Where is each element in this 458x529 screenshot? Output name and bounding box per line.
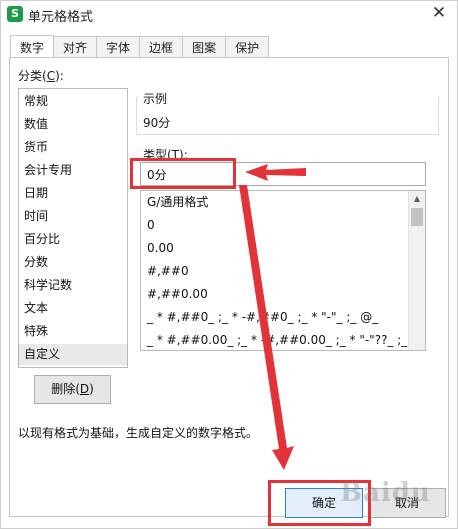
format-code-item[interactable]: 0.00	[147, 240, 174, 256]
cancel-button[interactable]: 取消	[368, 488, 446, 518]
tab-number[interactable]: 数字	[10, 35, 55, 59]
ok-button[interactable]: 确定	[285, 488, 363, 518]
tab-alignment[interactable]: 对齐	[54, 36, 98, 59]
category-item-custom[interactable]: 自定义	[19, 344, 127, 365]
category-item-special[interactable]: 特殊	[19, 321, 127, 342]
type-input[interactable]	[140, 162, 426, 186]
delete-button[interactable]: 删除(D)	[34, 375, 111, 404]
sample-label: 示例	[143, 90, 172, 107]
format-code-item[interactable]: #,##0	[147, 263, 189, 279]
category-item-scientific[interactable]: 科学记数	[19, 275, 127, 296]
description-text: 以现有格式为基础，生成自定义的数字格式。	[18, 426, 259, 440]
scroll-thumb[interactable]	[411, 208, 423, 226]
format-code-item[interactable]: G/通用格式	[147, 194, 208, 210]
tab-pattern[interactable]: 图案	[183, 36, 227, 59]
wps-spreadsheet-icon: S	[7, 6, 23, 22]
dialog-title: 单元格格式	[28, 10, 94, 25]
sample-group	[136, 97, 439, 135]
format-code-item[interactable]: _ * #,##0.00_ ;_ * -#,##0.00_ ;_ * "-"??…	[147, 332, 425, 348]
format-code-list[interactable]: G/通用格式 0 0.00 #,##0 #,##0.00 _ * #,##0_ …	[140, 190, 426, 351]
category-item-date[interactable]: 日期	[19, 183, 127, 204]
tab-font[interactable]: 字体	[97, 36, 141, 59]
format-code-item[interactable]: #,##0.00	[147, 286, 208, 302]
title-bar: S 单元格格式 ✕	[1, 1, 457, 27]
category-item-fraction[interactable]: 分数	[19, 252, 127, 273]
category-item-number[interactable]: 数值	[19, 114, 127, 135]
category-item-time[interactable]: 时间	[19, 206, 127, 227]
close-icon: ✕	[431, 3, 447, 23]
category-list[interactable]: 常规 数值 货币 会计专用 日期 时间 百分比 分数 科学记数 文本 特殊 自定…	[18, 88, 128, 368]
tab-protection[interactable]: 保护	[226, 36, 270, 59]
format-code-item[interactable]: _ * #,##0_ ;_ * -#,##0_ ;_ * "-"_ ;_ @_	[147, 309, 378, 325]
close-button[interactable]: ✕	[425, 1, 453, 25]
tab-border[interactable]: 边框	[140, 36, 184, 59]
sample-value: 90分	[143, 116, 171, 130]
scroll-up-arrow-icon[interactable]: ▲	[409, 191, 425, 207]
tab-strip: 数字 对齐 字体 边框 图案 保护	[10, 35, 270, 59]
category-label: 分类(C):	[18, 69, 64, 83]
category-item-currency[interactable]: 货币	[19, 137, 127, 158]
format-list-scrollbar[interactable]: ▲	[408, 191, 425, 350]
category-item-text[interactable]: 文本	[19, 298, 127, 319]
category-item-accounting[interactable]: 会计专用	[19, 160, 127, 181]
type-label: 类型(T):	[143, 148, 188, 162]
format-code-item[interactable]: 0	[147, 217, 155, 233]
category-item-general[interactable]: 常规	[19, 91, 127, 112]
category-item-percentage[interactable]: 百分比	[19, 229, 127, 250]
